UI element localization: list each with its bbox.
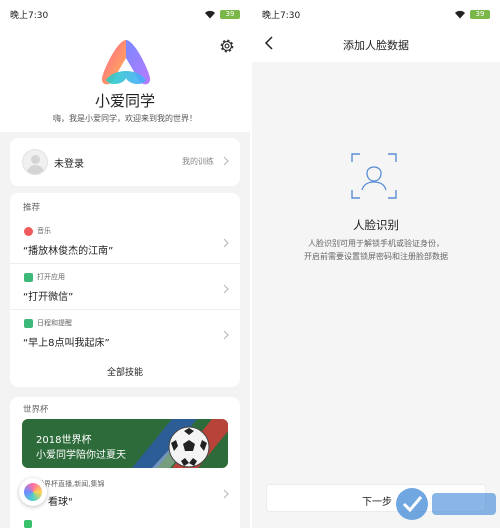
recommend-tag: 日程和提醒 — [37, 319, 72, 327]
face-desc-line-1: 人脸识别可用于解锁手机或验证身份， — [308, 239, 444, 248]
wifi-icon — [455, 10, 465, 18]
status-bar: 晚上7:30 39 — [252, 0, 500, 28]
face-header: 晚上7:30 39 添加人脸数据 — [252, 0, 500, 62]
recommend-item[interactable]: 日程和提醒 “早上8点叫我起床” — [10, 309, 240, 355]
xiaoai-logo-icon — [101, 40, 151, 85]
status-bar: 晚上7:30 39 — [0, 0, 250, 28]
app-subtitle: 嗨，我是小爱同学，欢迎来到我的世界！ — [53, 114, 197, 123]
chevron-right-icon — [223, 238, 229, 248]
worldcup-banner[interactable]: 2018世界杯 小爱同学陪你过夏天 — [22, 419, 228, 468]
gear-icon[interactable] — [218, 37, 236, 55]
status-icons: 39 — [204, 9, 240, 19]
battery-icon: 39 — [470, 9, 490, 19]
face-desc-line-2: 开启前需要设置锁屏密码和注册脸部数据 — [304, 252, 448, 261]
calendar-icon — [24, 319, 33, 328]
watermark-logo — [396, 488, 496, 520]
recommend-text: “早上8点叫我起床” — [23, 338, 110, 349]
recommend-title: 推荐 — [23, 203, 41, 213]
wifi-icon — [205, 10, 215, 18]
xiaoai-home-screen: 晚上7:30 39 小爱同学 嗨，我是小爱同学，欢迎来到我的世界！ 未登录 我的… — [0, 0, 250, 528]
home-header: 晚上7:30 39 小爱同学 嗨，我是小爱同学，欢迎来到我的世界！ — [0, 0, 250, 132]
add-face-data-screen: 晚上7:30 39 添加人脸数据 人脸识别 人脸识别可用于解锁手机或验证身份， … — [252, 0, 500, 528]
recommend-card: 推荐 音乐 “播放林俊杰的江南” 打开应用 “打开微信” 日程和提醒 “早上8点… — [10, 193, 240, 387]
status-icons: 39 — [454, 9, 490, 19]
login-card[interactable]: 未登录 我的训练 — [10, 138, 240, 186]
banner-line-1: 2018世界杯 — [36, 435, 92, 446]
worldcup-card: 世界杯 2018世界杯 小爱同学陪你过夏天 世界杯直播,新闻,集锦 看球" — [10, 397, 240, 528]
recommend-text: “打开微信” — [23, 292, 74, 303]
face-scan-icon — [351, 153, 397, 199]
login-status: 未登录 — [54, 159, 84, 170]
soccer-ball-icon — [168, 426, 210, 468]
recommend-text: “播放林俊杰的江南” — [23, 246, 114, 257]
worldcup-item-text: 看球" — [48, 497, 73, 508]
app-title: 小爱同学 — [94, 92, 155, 110]
chevron-right-icon — [223, 284, 229, 294]
chevron-right-icon — [223, 489, 229, 499]
status-time: 晚上7:30 — [262, 10, 301, 21]
all-skills-button[interactable]: 全部技能 — [10, 365, 240, 378]
music-icon — [24, 227, 33, 236]
voice-assistant-button[interactable] — [19, 478, 47, 506]
banner-line-2: 小爱同学陪你过夏天 — [36, 450, 126, 461]
worldcup-item-tag: 世界杯直播,新闻,集锦 — [37, 480, 105, 488]
voice-orb-icon — [24, 483, 42, 501]
avatar — [22, 149, 48, 175]
page-title: 添加人脸数据 — [343, 39, 409, 52]
recommend-item[interactable]: 音乐 “播放林俊杰的江南” — [10, 217, 240, 263]
recommend-item[interactable]: 打开应用 “打开微信” — [10, 263, 240, 309]
face-recognition-title: 人脸识别 — [353, 218, 399, 232]
my-training-link[interactable]: 我的训练 — [182, 156, 214, 167]
worldcup-title: 世界杯 — [23, 405, 49, 415]
chevron-right-icon — [223, 156, 229, 166]
recommend-tag: 打开应用 — [37, 273, 65, 281]
status-time: 晚上7:30 — [10, 10, 49, 21]
bottom-app-icon — [24, 520, 32, 528]
open-app-icon — [24, 273, 33, 282]
chevron-right-icon — [223, 330, 229, 340]
recommend-tag: 音乐 — [37, 227, 51, 235]
battery-icon: 39 — [220, 9, 240, 19]
